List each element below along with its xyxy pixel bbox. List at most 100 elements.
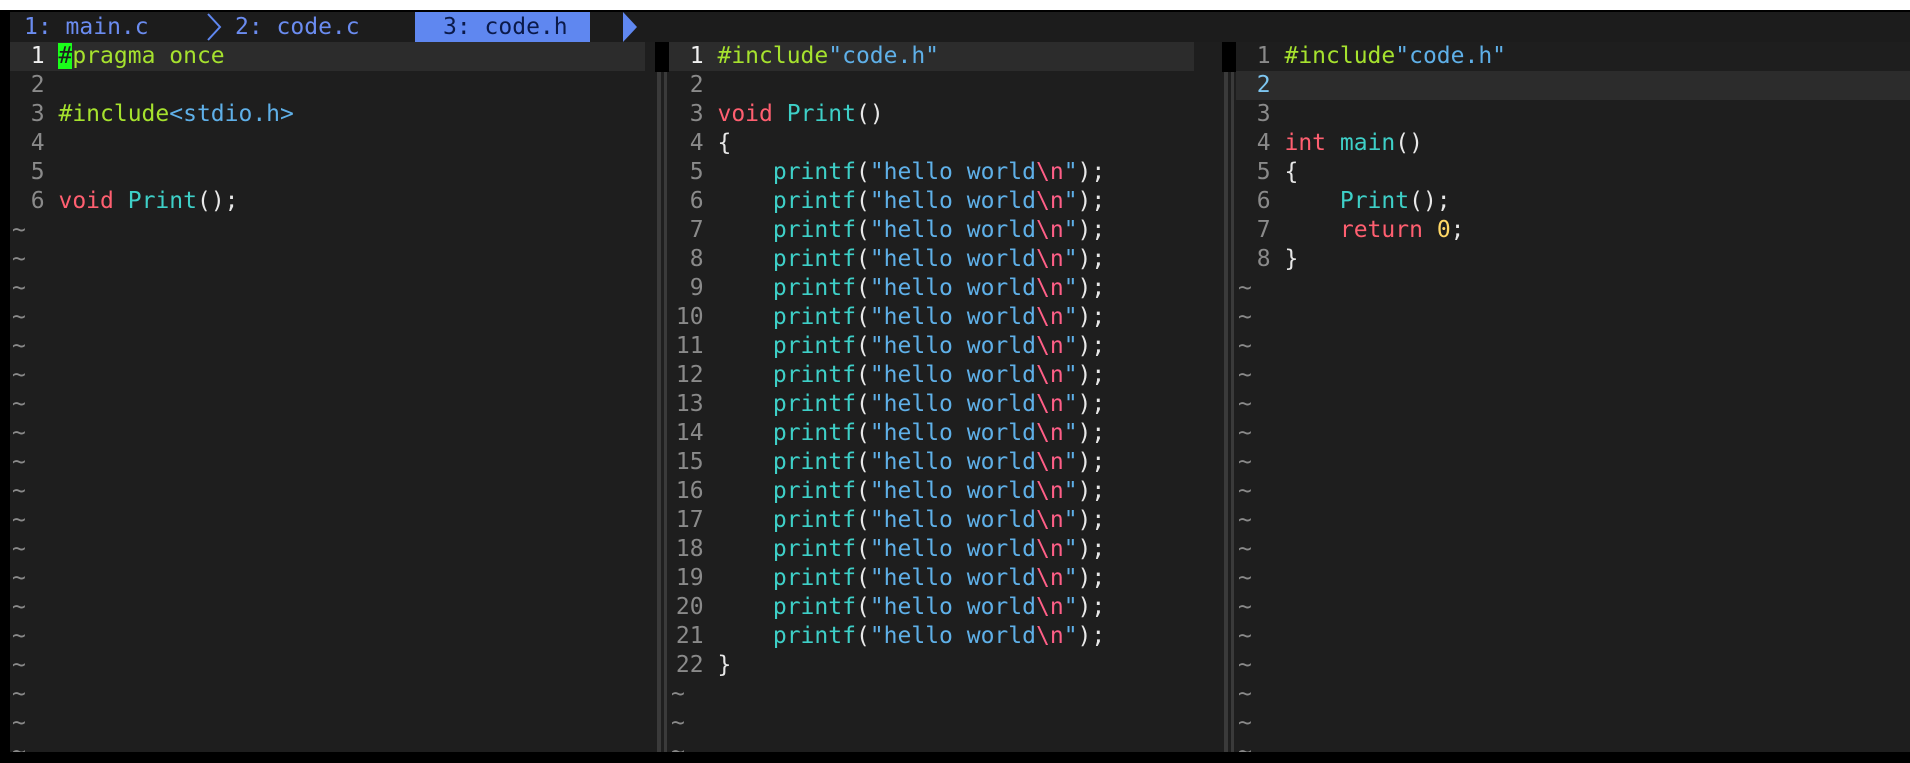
code-text[interactable]: printf("hello world\n");: [717, 478, 1105, 504]
code-line[interactable]: 19 printf("hello world\n");: [669, 564, 1194, 593]
line-number-gap: [704, 188, 718, 214]
code-text[interactable]: printf("hello world\n");: [717, 304, 1105, 330]
code-text[interactable]: printf("hello world\n");: [717, 217, 1105, 243]
code-line[interactable]: 5: [10, 158, 645, 187]
empty-line-tilde: ~: [12, 275, 26, 301]
line-number-gap: [704, 565, 718, 591]
code-text[interactable]: #include<stdio.h>: [58, 101, 293, 127]
code-text[interactable]: int main(): [1284, 130, 1423, 156]
code-line[interactable]: 6 void Print();: [10, 187, 645, 216]
code-line[interactable]: 5 {: [1236, 158, 1910, 187]
code-line[interactable]: 4: [10, 129, 645, 158]
line-number: 19: [675, 565, 704, 591]
line-number-gap: [704, 217, 718, 243]
code-line[interactable]: 12 printf("hello world\n");: [669, 361, 1194, 390]
code-text[interactable]: #include"code.h": [1284, 43, 1506, 69]
code-line[interactable]: 4 int main(): [1236, 129, 1910, 158]
empty-line-tilde: ~: [12, 449, 26, 475]
code-line[interactable]: 7 printf("hello world\n");: [669, 216, 1194, 245]
code-line[interactable]: 3 void Print(): [669, 100, 1194, 129]
code-line[interactable]: 1 #include"code.h": [669, 42, 1194, 71]
split-separator-left[interactable]: [655, 72, 669, 752]
code-line[interactable]: 15 printf("hello world\n");: [669, 448, 1194, 477]
line-number: 11: [675, 333, 704, 359]
code-text[interactable]: void Print();: [58, 188, 238, 214]
empty-line-tilde: ~: [1238, 681, 1252, 707]
code-line[interactable]: 17 printf("hello world\n");: [669, 506, 1194, 535]
code-line[interactable]: 14 printf("hello world\n");: [669, 419, 1194, 448]
code-line[interactable]: 21 printf("hello world\n");: [669, 622, 1194, 651]
code-line[interactable]: 8 }: [1236, 245, 1910, 274]
line-number-gap: [45, 159, 59, 185]
code-text[interactable]: #include"code.h": [717, 43, 939, 69]
code-line[interactable]: 5 printf("hello world\n");: [669, 158, 1194, 187]
code-text[interactable]: printf("hello world\n");: [717, 246, 1105, 272]
code-text[interactable]: printf("hello world\n");: [717, 420, 1105, 446]
line-number: 1: [30, 43, 45, 69]
code-line[interactable]: 10 printf("hello world\n");: [669, 303, 1194, 332]
code-line[interactable]: 7 return 0;: [1236, 216, 1910, 245]
line-number: 8: [1256, 246, 1271, 272]
code-text[interactable]: printf("hello world\n");: [717, 391, 1105, 417]
editor-pane-main-c[interactable]: 1 #include"code.h" 2 3 4 int main() 5 {6 P…: [1236, 42, 1910, 752]
line-number-gap: [704, 362, 718, 388]
code-text[interactable]: void Print(): [717, 101, 883, 127]
editor-pane-code-c[interactable]: 1 #include"code.h" 2 3 void Print() 4 {5 p…: [669, 42, 1222, 752]
code-text[interactable]: printf("hello world\n");: [717, 565, 1105, 591]
code-text[interactable]: printf("hello world\n");: [717, 275, 1105, 301]
code-text[interactable]: #pragma once: [58, 43, 225, 69]
line-number: 21: [675, 623, 704, 649]
empty-line-tilde: ~: [12, 217, 26, 243]
code-text[interactable]: }: [1284, 246, 1298, 272]
code-line[interactable]: 20 printf("hello world\n");: [669, 593, 1194, 622]
code-text[interactable]: {: [717, 130, 731, 156]
code-text[interactable]: printf("hello world\n");: [717, 362, 1105, 388]
code-line[interactable]: 16 printf("hello world\n");: [669, 477, 1194, 506]
empty-line-tilde: ~: [12, 652, 26, 678]
empty-line-tilde: ~: [1238, 362, 1252, 388]
code-line[interactable]: 6 printf("hello world\n");: [669, 187, 1194, 216]
code-text[interactable]: printf("hello world\n");: [717, 333, 1105, 359]
split-separator-right[interactable]: [1222, 72, 1236, 752]
code-text[interactable]: printf("hello world\n");: [717, 623, 1105, 649]
empty-line-tilde: ~: [12, 304, 26, 330]
code-line[interactable]: 1 #pragma once: [10, 42, 645, 71]
code-text[interactable]: }: [717, 652, 731, 678]
line-number: 5: [1256, 159, 1271, 185]
code-line[interactable]: 2: [669, 71, 1194, 100]
code-line[interactable]: 3 #include<stdio.h>: [10, 100, 645, 129]
code-text[interactable]: printf("hello world\n");: [717, 188, 1105, 214]
editor-pane-code-h[interactable]: 1 #pragma once 2 3 #include<stdio.h> 4 5 6…: [10, 42, 655, 752]
code-text[interactable]: printf("hello world\n");: [717, 507, 1105, 533]
code-line[interactable]: 2: [10, 71, 645, 100]
empty-line-tilde: ~: [1238, 275, 1252, 301]
code-text[interactable]: Print();: [1284, 188, 1451, 214]
code-line[interactable]: 3: [1236, 100, 1910, 129]
tab-main-c[interactable]: 1: main.c: [24, 12, 149, 42]
code-line[interactable]: 9 printf("hello world\n");: [669, 274, 1194, 303]
empty-line-tilde: ~: [1238, 536, 1252, 562]
line-number: 13: [675, 391, 704, 417]
code-line[interactable]: 13 printf("hello world\n");: [669, 390, 1194, 419]
line-number: 3: [1256, 101, 1271, 127]
code-line[interactable]: 11 printf("hello world\n");: [669, 332, 1194, 361]
code-line[interactable]: 8 printf("hello world\n");: [669, 245, 1194, 274]
code-line[interactable]: 2: [1236, 71, 1910, 100]
code-text[interactable]: printf("hello world\n");: [717, 449, 1105, 475]
code-line[interactable]: 18 printf("hello world\n");: [669, 535, 1194, 564]
code-line[interactable]: 6 Print();: [1236, 187, 1910, 216]
code-line[interactable]: 1 #include"code.h": [1236, 42, 1910, 71]
code-text[interactable]: printf("hello world\n");: [717, 159, 1105, 185]
line-number-gap: [1271, 188, 1285, 214]
code-text[interactable]: return 0;: [1284, 217, 1465, 243]
code-text[interactable]: {: [1284, 159, 1298, 185]
code-line[interactable]: 4 {: [669, 129, 1194, 158]
code-text[interactable]: printf("hello world\n");: [717, 536, 1105, 562]
line-number-gap: [704, 159, 718, 185]
tab-code-c[interactable]: 2: code.c: [235, 12, 360, 42]
code-line[interactable]: 22 }: [669, 651, 1194, 680]
tab-code-h[interactable]: 3: code.h: [415, 12, 590, 42]
code-text[interactable]: printf("hello world\n");: [717, 594, 1105, 620]
empty-line-tilde: ~: [1238, 391, 1252, 417]
line-number-gap: [45, 188, 59, 214]
